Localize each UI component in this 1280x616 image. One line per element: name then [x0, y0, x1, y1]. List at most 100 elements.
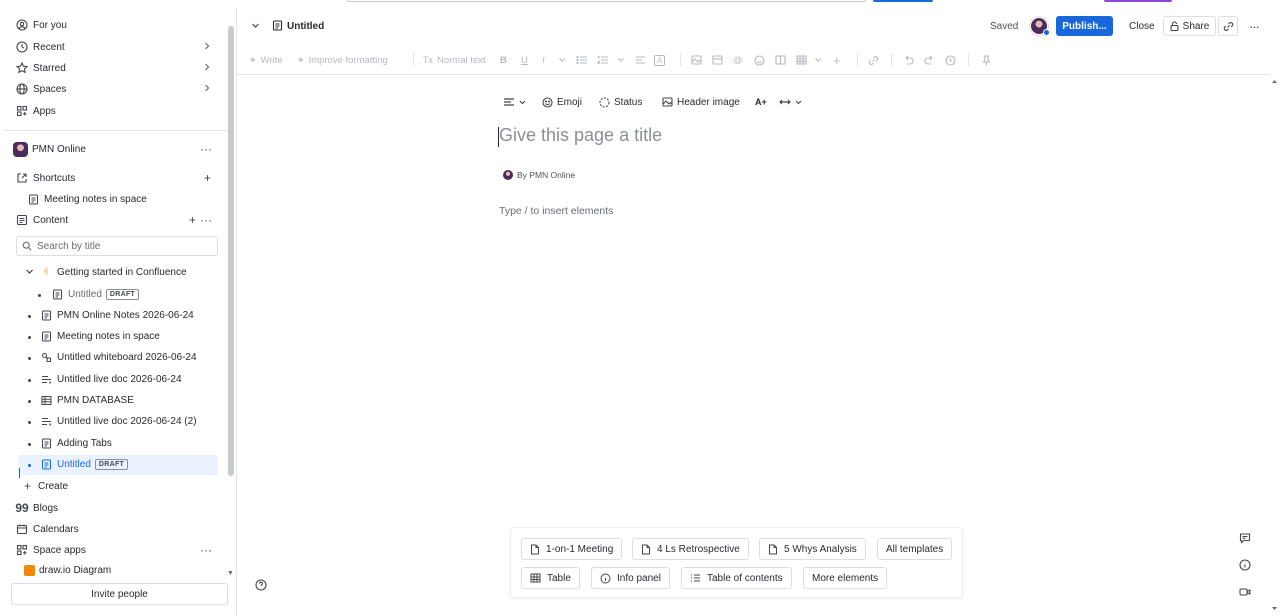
nav-spaces[interactable]: Spaces	[11, 79, 218, 99]
video-icon[interactable]	[1238, 585, 1252, 599]
bullet-list-icon[interactable]	[576, 54, 588, 66]
space-header[interactable]: PMN Online ···	[11, 139, 218, 159]
text-color-icon[interactable]: A	[654, 54, 666, 66]
emoji-icon[interactable]	[754, 54, 765, 66]
tree-item-whiteboard[interactable]: Untitled whiteboard 2026-06-24	[18, 348, 218, 368]
bullet-icon	[28, 357, 31, 360]
share-button[interactable]: Share	[1163, 16, 1216, 36]
search-by-title-box[interactable]	[16, 236, 218, 256]
create-item[interactable]: + Create	[20, 476, 227, 496]
chevron-down-icon[interactable]	[25, 267, 34, 279]
search-icon	[22, 241, 32, 251]
close-button[interactable]: Close	[1123, 16, 1161, 36]
tree-item-getting-started[interactable]: ✌ Getting started in Confluence	[18, 263, 218, 283]
element-table-of-contents[interactable]: Table of contents	[681, 567, 792, 589]
more-icon[interactable]: ···	[200, 213, 212, 227]
sidebar-scrollbar[interactable]	[228, 26, 234, 476]
text-style-dropdown[interactable]: Tx Normal text	[423, 54, 486, 66]
add-status-button[interactable]: Status	[599, 94, 642, 110]
editor-body-placeholder[interactable]: Type / to insert elements	[499, 205, 613, 217]
link-icon[interactable]	[868, 54, 879, 66]
template-4-ls-retrospective[interactable]: 4 Ls Retrospective	[632, 538, 749, 560]
nav-recent[interactable]: Recent	[11, 37, 218, 57]
add-shortcut-icon[interactable]: +	[204, 171, 211, 185]
nav-blogs[interactable]: 99 Blogs	[11, 498, 218, 518]
tree-item-label: Untitled whiteboard 2026-06-24	[57, 352, 197, 363]
align-icon[interactable]	[635, 54, 646, 66]
element-info-panel[interactable]: Info panel	[591, 567, 670, 589]
nav-starred[interactable]: Starred	[11, 58, 218, 78]
tree-item-untitled-draft[interactable]: Untitled DRAFT	[34, 285, 218, 305]
nav-shortcuts[interactable]: Shortcuts +	[11, 168, 218, 188]
element-table[interactable]: Table	[521, 567, 580, 589]
scroll-down-icon[interactable]: ▼	[227, 570, 234, 577]
chevron-down-icon[interactable]	[814, 54, 822, 66]
history-icon[interactable]	[945, 54, 956, 66]
page-title-input[interactable]	[499, 125, 999, 146]
copy-link-button[interactable]	[1218, 16, 1238, 36]
tree-item-live-doc-2[interactable]: Untitled live doc 2026-06-24 (2)	[18, 412, 218, 432]
publish-button[interactable]: Publish...	[1056, 16, 1113, 36]
write-label: Write	[260, 54, 283, 66]
nav-apps[interactable]: Apps	[11, 101, 218, 121]
tree-item-label: Meeting notes in space	[57, 331, 160, 342]
search-by-title-input[interactable]	[37, 240, 207, 252]
layout-icon[interactable]	[775, 54, 786, 66]
improve-formatting-button[interactable]: ✦ Improve formatting	[297, 54, 388, 66]
nav-for-you[interactable]: For you	[11, 15, 218, 35]
width-toggle[interactable]	[503, 94, 526, 110]
chevron-right-icon[interactable]	[203, 41, 211, 54]
nav-content[interactable]: Content + ···	[11, 210, 218, 230]
chevron-down-icon[interactable]	[617, 54, 625, 66]
chevron-right-icon[interactable]	[203, 62, 211, 75]
chevron-right-icon[interactable]	[203, 83, 211, 96]
shortcut-item[interactable]: Meeting notes in space	[22, 189, 218, 209]
chevron-down-icon[interactable]	[251, 21, 260, 33]
nav-drawio[interactable]: draw.io Diagram	[20, 563, 227, 577]
nav-space-apps[interactable]: Space apps ···	[11, 540, 218, 560]
media-icon[interactable]	[712, 54, 723, 66]
template-1-on-1-meeting[interactable]: 1-on-1 Meeting	[521, 538, 623, 560]
add-header-image-button[interactable]: Header image	[662, 94, 740, 110]
font-size-icon[interactable]: A+	[755, 94, 767, 110]
add-content-icon[interactable]: +	[189, 213, 196, 227]
tree-item-live-doc[interactable]: Untitled live doc 2026-06-24	[18, 370, 218, 390]
write-button[interactable]: ✦ Write	[249, 54, 283, 66]
bold-icon[interactable]: B	[500, 54, 507, 66]
help-icon[interactable]	[255, 579, 267, 591]
tree-item-database[interactable]: PMN DATABASE	[18, 391, 218, 411]
create-button-edge[interactable]	[873, 0, 933, 2]
italic-icon[interactable]: I	[542, 54, 545, 66]
more-icon[interactable]: ···	[200, 142, 212, 156]
invite-people-button[interactable]: Invite people	[11, 583, 228, 605]
tree-item-pmn-notes[interactable]: PMN Online Notes 2026-06-24	[18, 306, 218, 326]
table-icon[interactable]	[796, 54, 807, 66]
nav-calendars[interactable]: Calendars	[11, 519, 218, 539]
pin-icon[interactable]	[982, 54, 991, 66]
comment-icon[interactable]	[1238, 531, 1252, 545]
image-icon[interactable]	[691, 54, 702, 66]
create-label: Create	[38, 480, 69, 492]
chevron-down-icon[interactable]	[558, 54, 566, 66]
more-icon[interactable]: ···	[200, 543, 212, 557]
upgrade-button-edge[interactable]	[1104, 0, 1172, 2]
more-elements-button[interactable]: More elements	[803, 567, 888, 589]
more-actions-icon[interactable]: ···	[1244, 16, 1264, 36]
all-templates-button[interactable]: All templates	[877, 538, 953, 560]
tree-item-untitled-selected[interactable]: Untitled DRAFT	[18, 455, 218, 475]
redo-icon[interactable]	[924, 54, 935, 66]
tree-item-adding-tabs[interactable]: Adding Tabs	[18, 434, 218, 454]
global-search-bar-edge[interactable]	[347, 0, 866, 2]
template-5-whys-analysis[interactable]: 5 Whys Analysis	[759, 538, 866, 560]
underline-icon[interactable]: U	[521, 54, 528, 66]
info-icon[interactable]	[1238, 558, 1252, 572]
sidebar: For you Recent Starred Spaces Apps PMN O…	[0, 8, 237, 616]
undo-icon[interactable]	[903, 54, 914, 66]
main-scrollbar[interactable]	[1269, 76, 1280, 616]
tree-item-meeting-notes[interactable]: Meeting notes in space	[18, 327, 218, 347]
numbered-list-icon[interactable]	[597, 54, 609, 66]
full-width-toggle[interactable]	[779, 94, 802, 110]
add-emoji-button[interactable]: Emoji	[542, 94, 582, 110]
insert-plus-icon[interactable]: +	[833, 53, 841, 68]
mention-icon[interactable]: @	[733, 54, 743, 66]
